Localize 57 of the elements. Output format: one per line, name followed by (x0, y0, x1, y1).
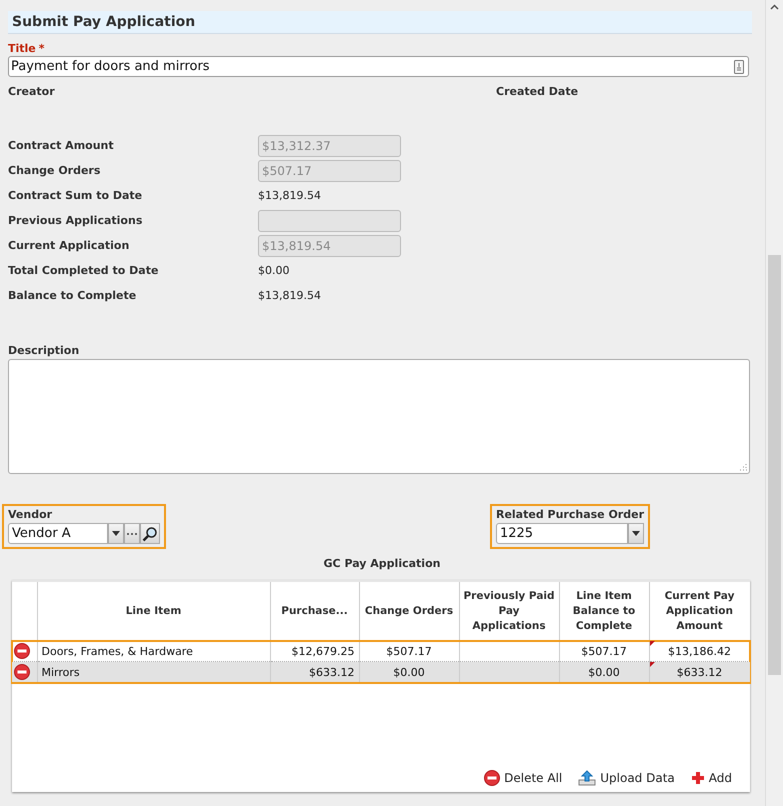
grid-title: GC Pay Application (322, 557, 442, 570)
readonly-field: $507.17 (258, 160, 401, 182)
description-field[interactable] (8, 359, 750, 474)
document-icon (734, 60, 744, 74)
column-header: Line Item Balance to Complete (559, 582, 649, 640)
field-label: Creator (8, 85, 56, 98)
vendor-dropdown[interactable]: Vendor A (8, 523, 108, 544)
field-label: Vendor (8, 508, 54, 521)
dropdown-button[interactable] (108, 523, 124, 544)
field-label: Related Purchase Order (496, 508, 644, 521)
table-cell: $0.00 (359, 662, 459, 682)
column-header: Purchase... (270, 582, 359, 640)
readonly-field: $13,819.54 (258, 234, 401, 256)
upload-icon (578, 770, 596, 786)
toolbar-button[interactable]: Add (690, 770, 732, 786)
table-cell: $633.12 (649, 662, 750, 682)
required-mark: * (38, 42, 45, 56)
field-label: Contract Amount (8, 139, 115, 152)
field-label: Title (8, 42, 36, 56)
field-label: Created Date (496, 85, 580, 98)
field-value: $13,819.54 (258, 289, 322, 302)
field-label: Change Orders (8, 164, 102, 177)
toolbar-button[interactable]: Upload Data (578, 770, 675, 786)
field-label: Description (8, 344, 80, 357)
purchase-order-dropdown[interactable]: 1225 (496, 523, 628, 544)
table-cell: Mirrors (37, 662, 270, 682)
caret-icon (112, 531, 120, 536)
column-header: Current Pay Application Amount (649, 582, 750, 640)
search-button[interactable] (140, 523, 160, 544)
delete-icon[interactable] (484, 770, 500, 786)
form-header: Submit Pay Application (8, 11, 752, 34)
scrollbar[interactable] (765, 0, 783, 806)
dropdown-button[interactable] (628, 523, 644, 544)
table-cell: $0.00 (559, 662, 649, 682)
column-header: Change Orders (359, 582, 459, 640)
field-label: Previous Applications (8, 214, 144, 227)
scroll-up-icon[interactable] (770, 4, 779, 10)
caret-icon (632, 531, 640, 536)
column-header: Previously Paid Pay Applications (459, 582, 559, 640)
more-button[interactable] (124, 523, 140, 544)
toolbar-button[interactable]: Delete All (484, 770, 562, 786)
field-value: $13,819.54 (258, 189, 322, 202)
column-header: Line Item (37, 582, 270, 640)
title-field[interactable]: Payment for doors and mirrors (8, 56, 749, 77)
delete-row-icon[interactable] (14, 643, 30, 659)
table-cell: $633.12 (270, 662, 359, 682)
field-label: Contract Sum to Date (8, 189, 144, 202)
delete-row-icon[interactable] (14, 664, 30, 680)
readonly-field: $13,312.37 (258, 134, 401, 156)
plus-icon (690, 771, 705, 785)
search-icon (142, 526, 158, 542)
resize-grip-icon[interactable] (739, 463, 747, 471)
ellipsis-icon (126, 532, 138, 536)
field-label: Balance to Complete (8, 289, 138, 302)
field-label: Total Completed to Date (8, 264, 160, 277)
field-label: Current Application (8, 239, 130, 252)
field-value: $0.00 (258, 264, 290, 277)
